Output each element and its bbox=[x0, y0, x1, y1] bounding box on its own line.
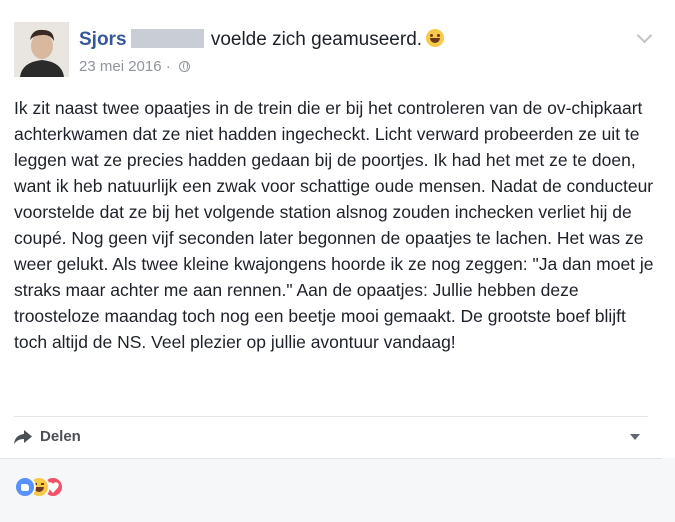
meta-separator: · bbox=[165, 58, 171, 75]
avatar[interactable] bbox=[14, 22, 69, 77]
globe-icon[interactable] bbox=[178, 61, 190, 72]
chevron-down-icon[interactable] bbox=[636, 27, 653, 44]
post-meta: 23 mei 2016 · bbox=[79, 58, 190, 75]
action-bar: Delen bbox=[14, 426, 648, 450]
post-date[interactable]: 23 mei 2016 bbox=[79, 58, 162, 75]
redacted-surname bbox=[130, 29, 204, 48]
caret-down-icon[interactable] bbox=[630, 434, 640, 440]
post-text: Ik zit naast twee opaatjes in de trein d… bbox=[14, 98, 654, 352]
share-button[interactable]: Delen bbox=[40, 428, 81, 445]
like-icon bbox=[14, 476, 36, 498]
author-name[interactable]: Sjors bbox=[79, 29, 127, 50]
post-headline: Sjors voelde zich geamuseerd. bbox=[79, 28, 445, 52]
feeling-text: voelde zich geamuseerd. bbox=[210, 29, 423, 50]
grinning-face-icon bbox=[426, 29, 445, 47]
divider bbox=[14, 416, 648, 417]
reactions-footer bbox=[0, 458, 675, 522]
post-header: Sjors voelde zich geamuseerd. 23 mei 201… bbox=[14, 22, 662, 82]
footer-divider bbox=[0, 458, 662, 459]
share-arrow-icon[interactable] bbox=[14, 430, 32, 449]
